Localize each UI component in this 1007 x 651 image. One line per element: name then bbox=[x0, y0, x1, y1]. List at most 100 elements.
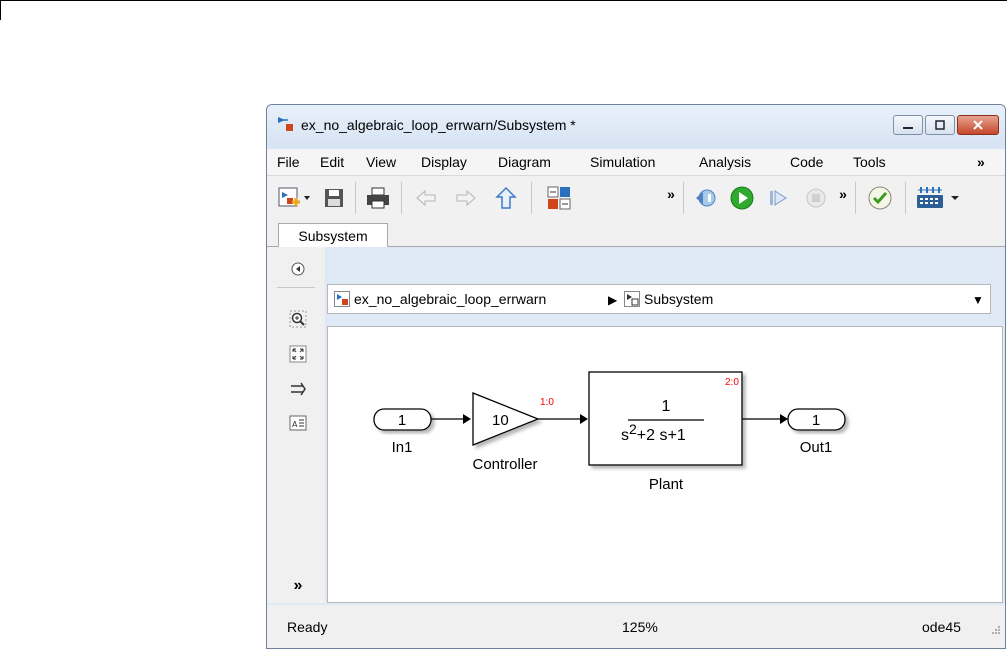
forward-arrow-icon bbox=[456, 189, 476, 207]
toolbar-separator bbox=[355, 182, 356, 214]
library-browser-button[interactable] bbox=[539, 184, 579, 212]
menu-overflow[interactable]: » bbox=[977, 154, 985, 170]
save-icon bbox=[325, 189, 343, 207]
gain-value: 10 bbox=[492, 412, 509, 429]
menu-view[interactable]: View bbox=[366, 154, 396, 170]
resize-grip-icon[interactable] bbox=[991, 625, 1001, 635]
check-icon bbox=[868, 186, 892, 210]
breadcrumb-root[interactable]: ex_no_algebraic_loop_errwarn bbox=[334, 291, 546, 307]
model-config-button[interactable] bbox=[913, 184, 963, 212]
toolbar-separator bbox=[531, 182, 532, 214]
window-controls bbox=[893, 115, 999, 135]
page-top-rule bbox=[0, 0, 1007, 1]
window-title: ex_no_algebraic_loop_errwarn/Subsystem * bbox=[301, 117, 576, 133]
run-icon bbox=[730, 186, 754, 210]
toolbar-separator bbox=[855, 182, 856, 214]
breadcrumb-current-label: Subsystem bbox=[644, 291, 714, 307]
toolbar-separator bbox=[905, 182, 906, 214]
inport-block[interactable]: 1 In1 bbox=[373, 408, 432, 456]
restore-button[interactable] bbox=[925, 115, 955, 135]
step-forward-button[interactable] bbox=[763, 184, 793, 212]
annotation-button[interactable]: A bbox=[289, 414, 307, 432]
toolbar-separator bbox=[401, 182, 402, 214]
toolbar-overflow-button[interactable]: » bbox=[663, 180, 679, 208]
toolbar: » » bbox=[267, 176, 1005, 221]
restore-icon bbox=[935, 120, 945, 130]
library-browser-icon bbox=[547, 186, 571, 210]
print-button[interactable] bbox=[361, 184, 395, 212]
palette-separator bbox=[277, 287, 315, 288]
save-button[interactable] bbox=[319, 184, 349, 212]
signal-arrow bbox=[580, 414, 588, 424]
step-back-icon bbox=[696, 189, 716, 207]
outport-number: 1 bbox=[812, 412, 820, 429]
diagram-canvas[interactable]: 1 In1 10 1:0 Controller 1 s2+2 s+1 2:0 P… bbox=[327, 326, 1003, 603]
gain-block[interactable]: 10 1:0 Controller bbox=[472, 392, 554, 473]
new-model-button[interactable] bbox=[275, 184, 313, 212]
menu-bar: File Edit View Display Diagram Simulatio… bbox=[267, 149, 1005, 176]
toolbar-separator bbox=[683, 182, 684, 214]
minimize-button[interactable] bbox=[893, 115, 923, 135]
breadcrumb-current[interactable]: Subsystem bbox=[624, 291, 713, 307]
menu-diagram[interactable]: Diagram bbox=[498, 154, 551, 170]
status-message: Ready bbox=[287, 619, 328, 635]
menu-analysis[interactable]: Analysis bbox=[699, 154, 751, 170]
close-icon bbox=[973, 120, 983, 130]
gain-label: Controller bbox=[472, 456, 537, 473]
menu-display[interactable]: Display bbox=[421, 154, 467, 170]
stop-icon bbox=[806, 188, 826, 208]
fit-to-view-button[interactable] bbox=[289, 345, 307, 363]
block-diagram: 1 In1 10 1:0 Controller 1 s2+2 s+1 2:0 P… bbox=[373, 371, 846, 493]
up-button[interactable] bbox=[489, 184, 523, 212]
hide-explorer-icon bbox=[291, 262, 305, 276]
print-icon bbox=[367, 187, 389, 209]
model-config-icon bbox=[917, 187, 959, 208]
model-icon bbox=[278, 117, 293, 131]
svg-text:A: A bbox=[292, 420, 298, 429]
fit-to-view-icon bbox=[289, 345, 307, 363]
close-button[interactable] bbox=[957, 115, 999, 135]
menu-file[interactable]: File bbox=[277, 154, 300, 170]
new-model-icon bbox=[278, 187, 310, 207]
signal-arrow bbox=[780, 414, 788, 424]
step-back-button[interactable] bbox=[691, 184, 721, 212]
inport-number: 1 bbox=[398, 412, 406, 429]
breadcrumb-dropdown-icon[interactable]: ▼ bbox=[972, 293, 984, 307]
plant-block[interactable]: 1 s2+2 s+1 2:0 Plant bbox=[588, 371, 743, 493]
outport-label: Out1 bbox=[800, 439, 833, 456]
back-button[interactable] bbox=[409, 184, 443, 212]
model-advisor-button[interactable] bbox=[863, 184, 897, 212]
zoom-button[interactable] bbox=[289, 310, 307, 328]
menu-tools[interactable]: Tools bbox=[853, 154, 886, 170]
route-lines-button[interactable] bbox=[289, 380, 307, 398]
tab-subsystem[interactable]: Subsystem bbox=[278, 223, 388, 247]
up-arrow-icon bbox=[495, 186, 517, 209]
toolbar-overflow-button-2[interactable]: » bbox=[835, 180, 851, 208]
title-bar: ex_no_algebraic_loop_errwarn/Subsystem * bbox=[267, 105, 1005, 153]
left-palette: A » bbox=[267, 247, 325, 603]
minimize-icon bbox=[903, 127, 913, 129]
breadcrumb-separator: ▶ bbox=[608, 293, 618, 307]
hide-explorer-button[interactable] bbox=[289, 260, 307, 278]
solver-name[interactable]: ode45 bbox=[922, 619, 961, 635]
menu-simulation[interactable]: Simulation bbox=[590, 154, 655, 170]
breadcrumb: ex_no_algebraic_loop_errwarn ▶ Subsystem… bbox=[327, 284, 991, 314]
menu-edit[interactable]: Edit bbox=[320, 154, 344, 170]
run-button[interactable] bbox=[725, 184, 759, 212]
back-arrow-icon bbox=[416, 189, 436, 207]
subsystem-icon bbox=[624, 291, 640, 307]
plant-numerator: 1 bbox=[662, 398, 671, 415]
stop-button[interactable] bbox=[801, 184, 831, 212]
gain-sample-time: 1:0 bbox=[540, 397, 554, 408]
page-left-rule bbox=[0, 0, 1, 20]
forward-button[interactable] bbox=[449, 184, 483, 212]
plant-label: Plant bbox=[649, 476, 684, 493]
outport-block[interactable]: 1 Out1 bbox=[787, 408, 846, 456]
plant-sample-time: 2:0 bbox=[725, 377, 739, 388]
breadcrumb-root-label: ex_no_algebraic_loop_errwarn bbox=[354, 291, 547, 307]
model-icon bbox=[334, 291, 350, 307]
menu-code[interactable]: Code bbox=[790, 154, 823, 170]
zoom-level: 125% bbox=[622, 619, 658, 635]
inport-label: In1 bbox=[392, 439, 413, 456]
palette-overflow-button[interactable]: » bbox=[289, 577, 307, 595]
